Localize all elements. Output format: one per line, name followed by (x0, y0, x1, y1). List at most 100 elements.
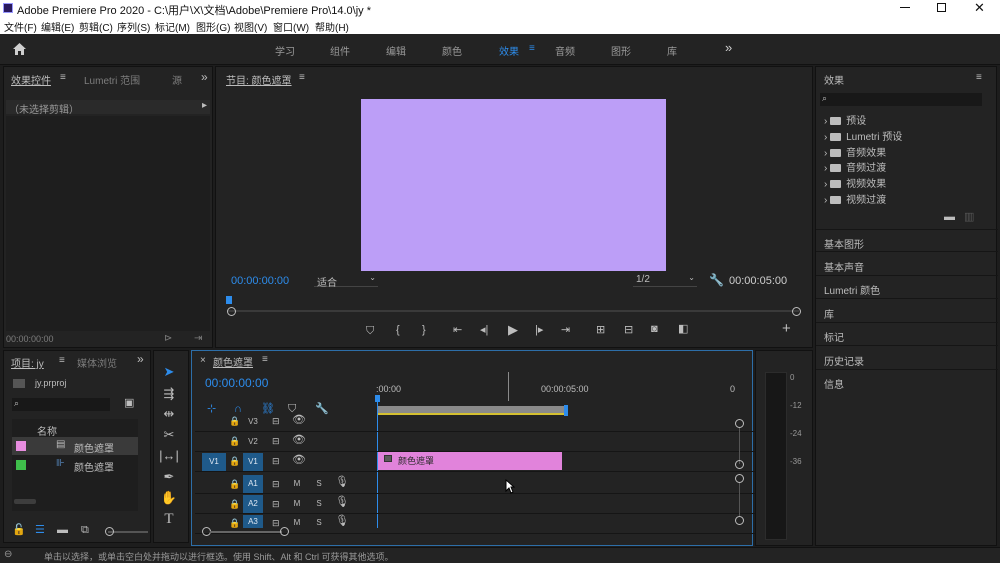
menu-view[interactable]: 视图(V) (234, 19, 267, 34)
go-to-in-icon[interactable]: ⇤ (453, 325, 462, 336)
lock-track-icon[interactable]: 🔒 (229, 499, 240, 510)
lock-track-icon[interactable]: 🔒 (229, 518, 240, 529)
track-target-a2[interactable]: A2 (243, 495, 263, 513)
section-essential-graphics[interactable]: 基本图形 (816, 229, 998, 252)
effects-tree-video-transitions[interactable]: › 视频过渡 (824, 191, 886, 206)
lock-track-icon[interactable]: 🔒 (229, 436, 240, 447)
lock-track-icon[interactable]: 🔒 (229, 456, 240, 467)
vertical-scroll-bottom[interactable] (735, 460, 744, 469)
menu-edit[interactable]: 编辑(E) (41, 19, 74, 34)
mark-in-icon[interactable]: { (396, 325, 400, 336)
timeline-clip[interactable]: 颜色遮罩 (378, 452, 562, 470)
step-forward-icon[interactable]: |▸ (535, 325, 543, 336)
timeline-timecode[interactable]: 00:00:00:00 (205, 376, 268, 390)
trash-icon[interactable]: ▥ (964, 212, 974, 223)
project-overflow-icon[interactable]: » (137, 352, 144, 366)
go-to-out-icon[interactable]: ⇥ (561, 325, 570, 336)
solo-button[interactable]: S (314, 477, 324, 491)
program-playhead-timecode[interactable]: 00:00:00:00 (231, 275, 289, 287)
effects-tree-lumetri-presets[interactable]: › Lumetri 预设 (824, 128, 902, 143)
workspace-overflow-icon[interactable]: » (725, 40, 732, 55)
audio-scrollbar[interactable] (739, 483, 740, 516)
microphone-icon[interactable]: 🎙 (335, 477, 349, 488)
audio-scroll-top[interactable] (735, 474, 744, 483)
menu-clip[interactable]: 剪辑(C) (79, 19, 113, 34)
list-view-icon[interactable]: ☰ (35, 525, 45, 536)
workspace-tab-audio[interactable]: 音频 (555, 43, 575, 58)
mute-button[interactable]: M (292, 516, 302, 530)
freeform-view-icon[interactable]: ⧉ (81, 525, 89, 536)
audio-scroll-bottom[interactable] (735, 516, 744, 525)
microphone-icon[interactable]: 🎙 (335, 516, 349, 527)
type-tool-icon[interactable]: T (158, 510, 180, 528)
workspace-tab-color[interactable]: 颜色 (442, 43, 462, 58)
lock-icon[interactable]: 🔓 (12, 525, 26, 536)
track-select-tool-icon[interactable]: ⇶ (158, 385, 180, 403)
track-target-v1[interactable]: V1 (243, 453, 263, 471)
vertical-scroll-top[interactable] (735, 419, 744, 428)
project-item-0[interactable]: ▤ 颜色遮罩 (12, 437, 138, 455)
effects-search-input[interactable]: ⌕ (820, 93, 982, 106)
selection-tool-icon[interactable]: ➤ (158, 363, 180, 381)
vertical-scrollbar[interactable] (739, 428, 740, 464)
section-markers[interactable]: 标记 (816, 323, 998, 346)
tab-source[interactable]: 源 (172, 72, 182, 87)
scroll-end-handle[interactable] (792, 307, 801, 316)
menu-window[interactable]: 窗口(W) (273, 19, 309, 34)
section-lumetri-color[interactable]: Lumetri 颜色 (816, 276, 998, 299)
solo-button[interactable]: S (314, 497, 324, 511)
effects-menu-icon[interactable]: ≡ (976, 72, 982, 83)
workspace-tab-libraries[interactable]: 库 (667, 43, 677, 58)
lift-icon[interactable]: ⊞ (596, 325, 605, 336)
zoom-slider[interactable] (108, 531, 148, 533)
effects-tree-audio-transitions[interactable]: › 音频过渡 (824, 159, 886, 174)
column-name-header[interactable]: 名称 (37, 423, 57, 438)
wrench-icon[interactable]: 🔧 (709, 273, 724, 287)
close-icon[interactable]: ✕ (974, 0, 985, 16)
restore-icon[interactable] (937, 3, 946, 12)
workspace-tab-graphics[interactable]: 图形 (611, 43, 631, 58)
program-scrubber[interactable] (228, 310, 799, 312)
solo-button[interactable]: S (314, 516, 324, 530)
workspace-tab-learn[interactable]: 学习 (275, 43, 295, 58)
zoom-slider-handle[interactable] (105, 527, 114, 536)
section-essential-sound[interactable]: 基本声音 (816, 253, 998, 276)
sync-lock-icon[interactable]: ⊟ (272, 518, 280, 529)
program-monitor-title[interactable]: 节目: 颜色遮罩 (226, 72, 292, 87)
slip-tool-icon[interactable]: |↔| (158, 447, 180, 465)
eye-icon[interactable]: 👁 (292, 435, 306, 446)
effects-tree-audio-effects[interactable]: › 音频效果 (824, 144, 886, 159)
sync-lock-icon[interactable]: ⊟ (272, 456, 280, 467)
horizontal-scroll-end[interactable] (280, 527, 289, 536)
razor-tool-icon[interactable]: ✂ (158, 426, 180, 444)
pen-tool-icon[interactable]: ✒ (158, 468, 180, 486)
close-tab-icon[interactable]: × (200, 355, 206, 366)
workspace-menu-icon[interactable]: ≡ (529, 43, 535, 54)
export-icon[interactable]: ⇥ (194, 333, 202, 344)
effects-panel-title[interactable]: 效果 (824, 72, 844, 87)
hand-tool-icon[interactable]: ✋ (158, 489, 180, 507)
resolution-dropdown[interactable]: 1/2 ⌄ (633, 273, 697, 287)
mute-button[interactable]: M (292, 477, 302, 491)
menu-graphics[interactable]: 图形(G) (196, 19, 230, 34)
add-button-icon[interactable]: + (782, 321, 791, 336)
camera-icon[interactable]: ◙ (651, 324, 658, 335)
program-menu-icon[interactable]: ≡ (299, 72, 305, 83)
project-menu-icon[interactable]: ≡ (59, 355, 65, 366)
track-target-a3[interactable]: A3 (243, 515, 263, 528)
menu-sequence[interactable]: 序列(S) (117, 19, 150, 34)
microphone-icon[interactable]: 🎙 (335, 497, 349, 508)
section-history[interactable]: 历史记录 (816, 347, 998, 370)
workspace-tab-assembly[interactable]: 组件 (330, 43, 350, 58)
lock-track-icon[interactable]: 🔒 (229, 416, 240, 427)
find-icon[interactable]: ▣ (124, 398, 134, 409)
add-marker-icon[interactable]: ⛉ (366, 326, 374, 337)
section-info[interactable]: 信息 (816, 370, 998, 393)
timeline-playhead-marker[interactable] (375, 395, 380, 402)
home-icon[interactable] (12, 42, 27, 59)
menu-help[interactable]: 帮助(H) (315, 19, 349, 34)
tab-project[interactable]: 项目: jy (11, 355, 44, 370)
mark-out-icon[interactable]: } (422, 325, 426, 336)
minimize-icon[interactable] (900, 7, 910, 8)
comparison-view-icon[interactable]: ◧ (678, 324, 688, 335)
